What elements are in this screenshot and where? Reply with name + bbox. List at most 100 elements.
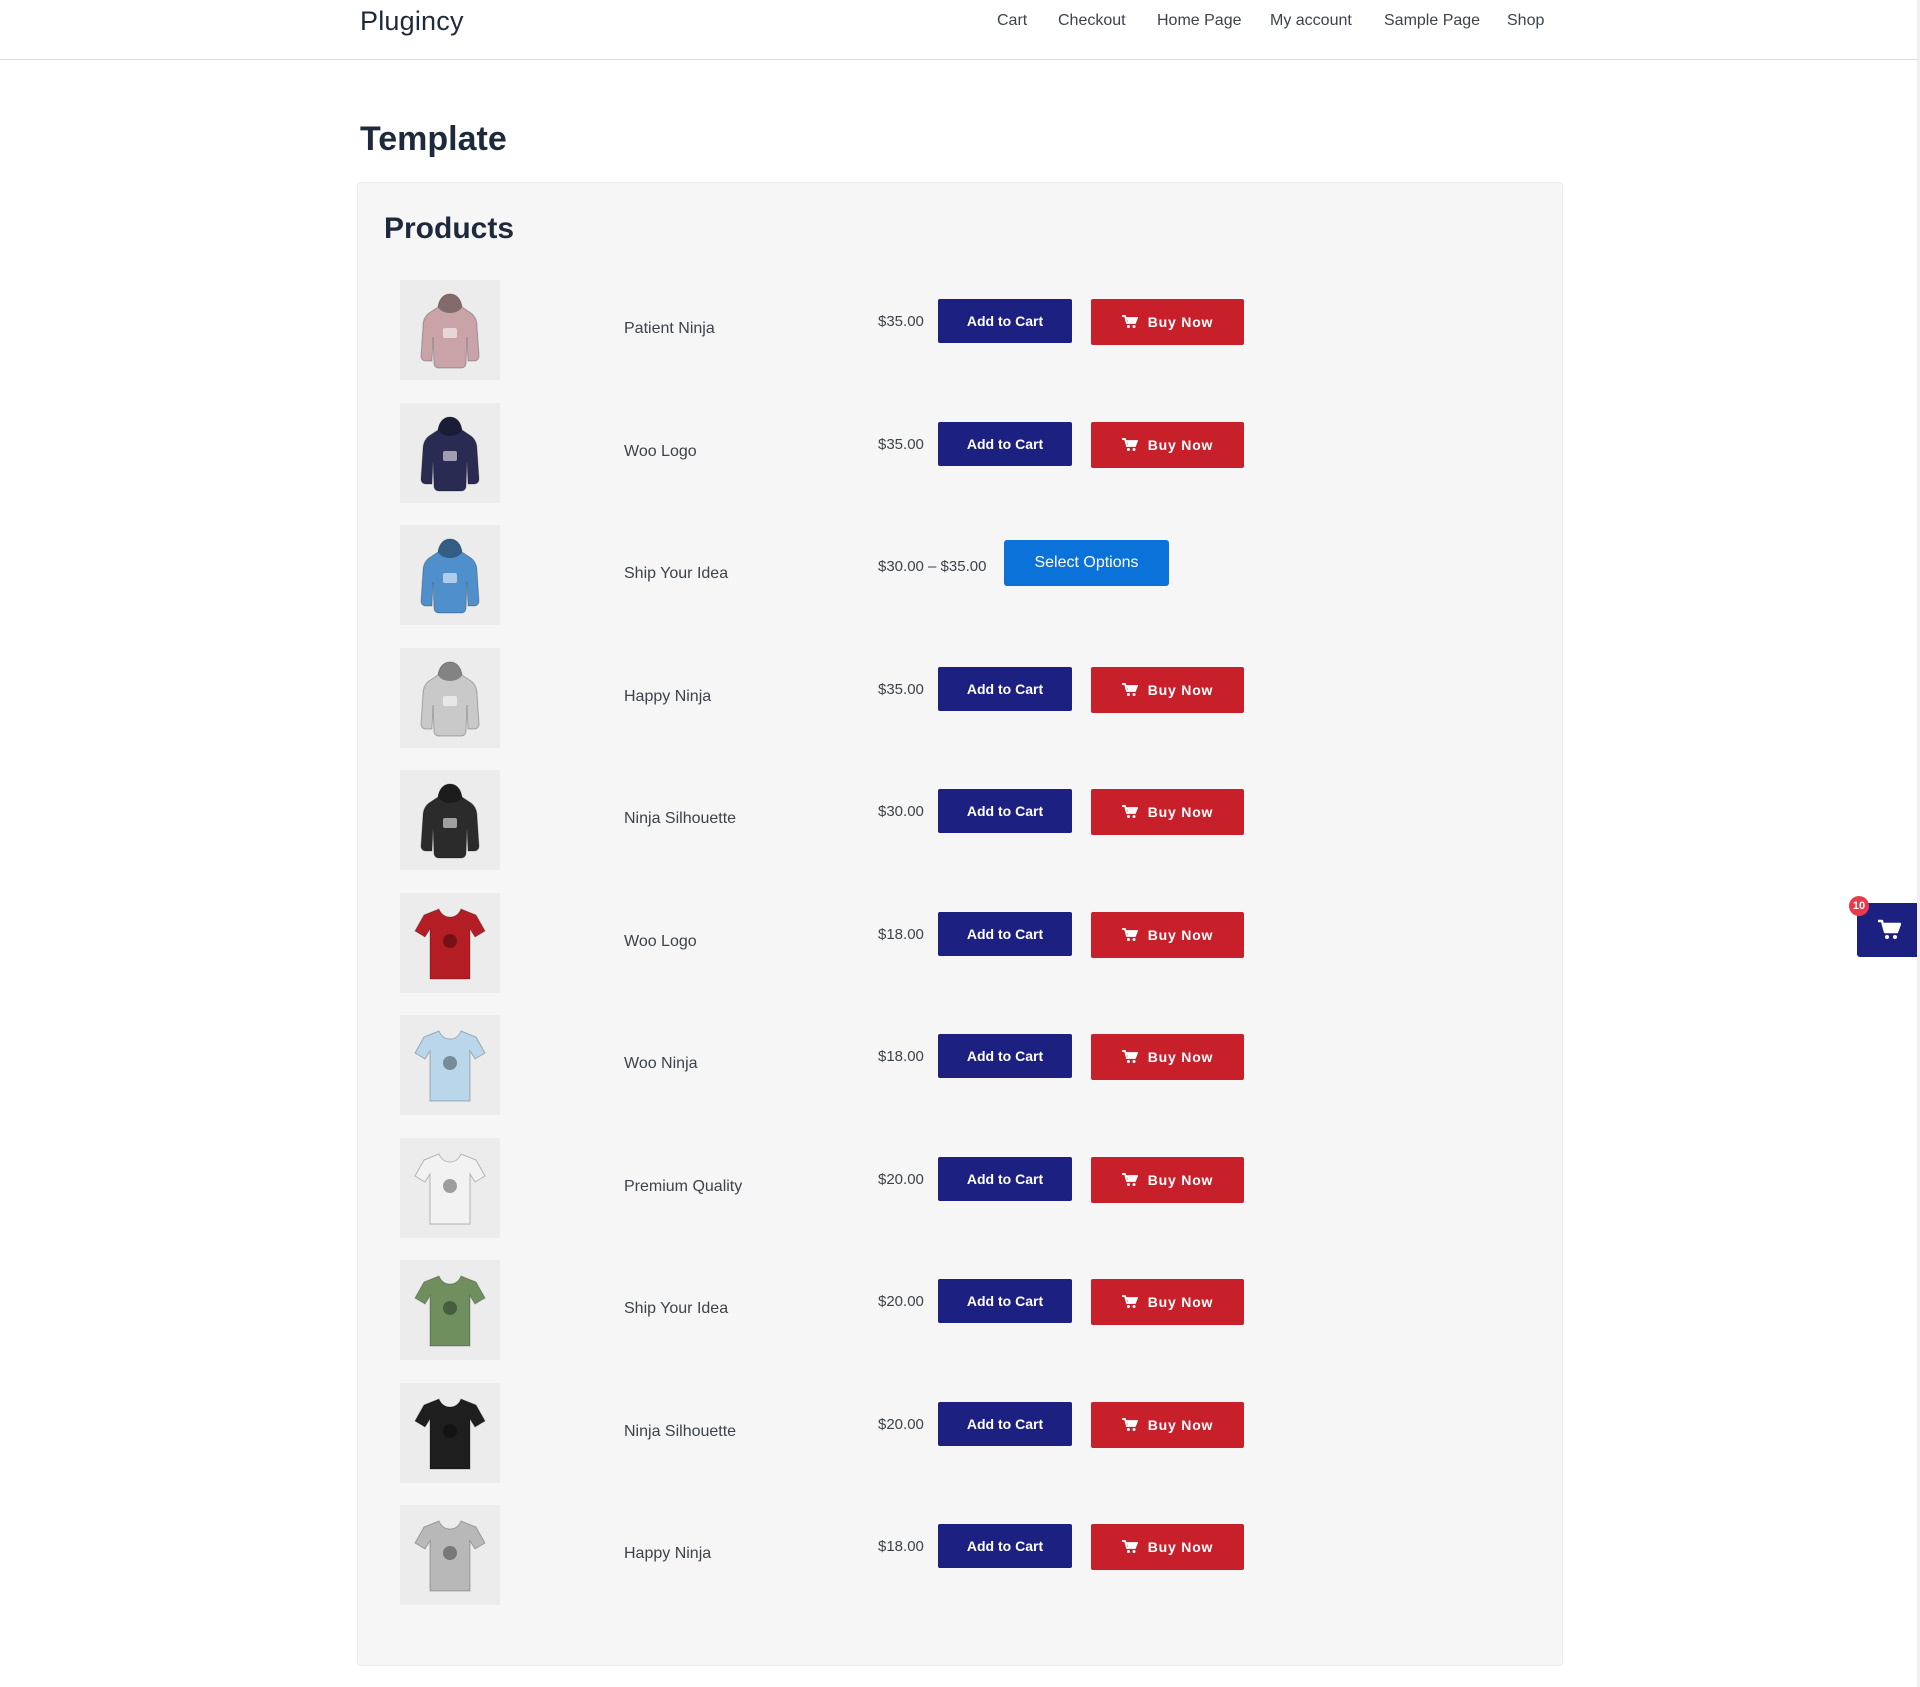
cart-icon — [1121, 682, 1138, 696]
buy-now-button[interactable]: Buy Now — [1091, 299, 1244, 345]
cart-icon — [1121, 927, 1138, 941]
buy-now-label: Buy Now — [1147, 804, 1214, 820]
product-image[interactable] — [400, 1505, 500, 1605]
product-name[interactable]: Patient Ninja — [624, 320, 715, 338]
hoodie-image — [420, 783, 480, 859]
product-name[interactable]: Woo Logo — [624, 443, 697, 461]
buy-now-button[interactable]: Buy Now — [1091, 911, 1244, 958]
nav-shop[interactable]: Shop — [1507, 12, 1544, 30]
product-price: $18.00 — [878, 925, 924, 943]
nav-home-page[interactable]: Home Page — [1157, 12, 1242, 30]
product-row: Woo Logo $35.00 Add to Cart Buy Now — [358, 402, 1562, 503]
product-price: $20.00 — [878, 1415, 924, 1433]
product-name[interactable]: Ninja Silhouette — [624, 1423, 736, 1441]
product-price: $20.00 — [878, 1293, 924, 1310]
cart-icon — [1121, 1172, 1138, 1186]
buy-now-button[interactable]: Buy Now — [1091, 1401, 1244, 1448]
product-price: $30.00 – $35.00 — [878, 558, 987, 575]
product-price: $35.00 — [878, 435, 924, 453]
product-row: Woo Ninja $18.00 Add to Cart Buy Now — [358, 1015, 1562, 1115]
tshirt-image — [414, 1152, 486, 1224]
product-image[interactable] — [400, 1260, 500, 1360]
add-to-cart-button[interactable]: Add to Cart — [938, 299, 1072, 343]
product-row: Ninja Silhouette $20.00 Add to Cart Buy Now — [358, 1382, 1562, 1483]
product-row: Woo Logo $18.00 Add to Cart Buy Now — [358, 892, 1562, 993]
product-row: Happy Ninja $18.00 Add to Cart Buy Now — [358, 1505, 1562, 1605]
product-image[interactable] — [400, 525, 500, 625]
product-image[interactable] — [400, 1137, 500, 1238]
cart-icon — [1121, 1540, 1138, 1553]
product-price: $20.00 — [878, 1170, 924, 1188]
nav-cart[interactable]: Cart — [997, 12, 1027, 30]
nav-my-account[interactable]: My account — [1270, 12, 1352, 30]
tshirt-image — [414, 1397, 486, 1469]
add-to-cart-button[interactable]: Add to Cart — [938, 1401, 1072, 1446]
floating-cart-button[interactable]: 10 — [1849, 896, 1920, 957]
buy-now-label: Buy Now — [1147, 314, 1214, 330]
product-image[interactable] — [400, 892, 500, 993]
products-heading: Products — [384, 212, 515, 245]
products-panel: Products Patient Ninja $35.00 Add to Cart B… — [358, 183, 1562, 1665]
product-image[interactable] — [400, 1382, 500, 1483]
buy-now-label: Buy Now — [1147, 436, 1214, 453]
product-price: $18.00 — [878, 1048, 924, 1065]
add-to-cart-button[interactable]: Add to Cart — [938, 789, 1072, 833]
buy-now-label: Buy Now — [1147, 1294, 1214, 1310]
select-options-button[interactable]: Select Options — [1004, 540, 1169, 586]
product-name[interactable]: Ninja Silhouette — [624, 810, 736, 828]
cart-icon — [1877, 919, 1901, 939]
cart-icon — [1121, 1295, 1138, 1308]
add-to-cart-button[interactable]: Add to Cart — [938, 1524, 1072, 1568]
tshirt-image — [414, 1275, 486, 1347]
buy-now-button[interactable]: Buy Now — [1091, 1034, 1244, 1080]
buy-now-button[interactable]: Buy Now — [1091, 1279, 1244, 1325]
buy-now-label: Buy Now — [1147, 1539, 1214, 1555]
product-image[interactable] — [400, 402, 500, 503]
buy-now-button[interactable]: Buy Now — [1091, 1524, 1244, 1570]
buy-now-label: Buy Now — [1147, 1049, 1214, 1065]
product-row: Premium Quality $20.00 Add to Cart Buy Now — [358, 1137, 1562, 1238]
buy-now-button[interactable]: Buy Now — [1091, 421, 1244, 468]
hoodie-image — [420, 538, 480, 614]
product-image[interactable] — [400, 280, 500, 380]
product-name[interactable]: Ship Your Idea — [624, 1300, 728, 1318]
product-image[interactable] — [400, 770, 500, 870]
add-to-cart-button[interactable]: Add to Cart — [938, 1279, 1072, 1323]
add-to-cart-button[interactable]: Add to Cart — [938, 421, 1072, 466]
product-name[interactable]: Ship Your Idea — [624, 565, 728, 583]
add-to-cart-button[interactable]: Add to Cart — [938, 911, 1072, 956]
product-image[interactable] — [400, 1015, 500, 1115]
product-image[interactable] — [400, 647, 500, 748]
cart-icon — [1121, 437, 1138, 451]
hoodie-image — [420, 415, 480, 491]
buy-now-button[interactable]: Buy Now — [1091, 666, 1244, 713]
site-header: Plugincy Cart Checkout Home Page My acco… — [0, 0, 1920, 60]
product-price: $18.00 — [878, 1538, 924, 1555]
buy-now-button[interactable]: Buy Now — [1091, 789, 1244, 835]
cart-icon — [1121, 1050, 1138, 1063]
buy-now-label: Buy Now — [1147, 1171, 1214, 1188]
buy-now-label: Buy Now — [1147, 681, 1214, 698]
add-to-cart-button[interactable]: Add to Cart — [938, 1156, 1072, 1201]
product-row: Ship Your Idea $30.00 – $35.00 Select Opti… — [358, 525, 1562, 625]
product-name[interactable]: Woo Logo — [624, 933, 697, 951]
cart-count-badge: 10 — [1849, 896, 1869, 916]
product-price: $35.00 — [878, 313, 924, 330]
cart-icon — [1121, 1417, 1138, 1431]
product-row: Ship Your Idea $20.00 Add to Cart Buy Now — [358, 1260, 1562, 1360]
nav-checkout[interactable]: Checkout — [1058, 12, 1126, 30]
hoodie-image — [420, 293, 480, 369]
add-to-cart-button[interactable]: Add to Cart — [938, 666, 1072, 711]
cart-icon — [1121, 315, 1138, 328]
buy-now-label: Buy Now — [1147, 926, 1214, 943]
tshirt-image — [414, 1030, 486, 1102]
tshirt-image — [414, 1520, 486, 1592]
product-row: Ninja Silhouette $30.00 Add to Cart Buy Now — [358, 770, 1562, 870]
product-name[interactable]: Premium Quality — [624, 1178, 742, 1196]
nav-sample-page[interactable]: Sample Page — [1384, 12, 1480, 30]
product-name[interactable]: Woo Ninja — [624, 1055, 698, 1073]
add-to-cart-button[interactable]: Add to Cart — [938, 1034, 1072, 1078]
product-name[interactable]: Happy Ninja — [624, 1545, 711, 1563]
product-name[interactable]: Happy Ninja — [624, 688, 711, 706]
buy-now-button[interactable]: Buy Now — [1091, 1156, 1244, 1203]
